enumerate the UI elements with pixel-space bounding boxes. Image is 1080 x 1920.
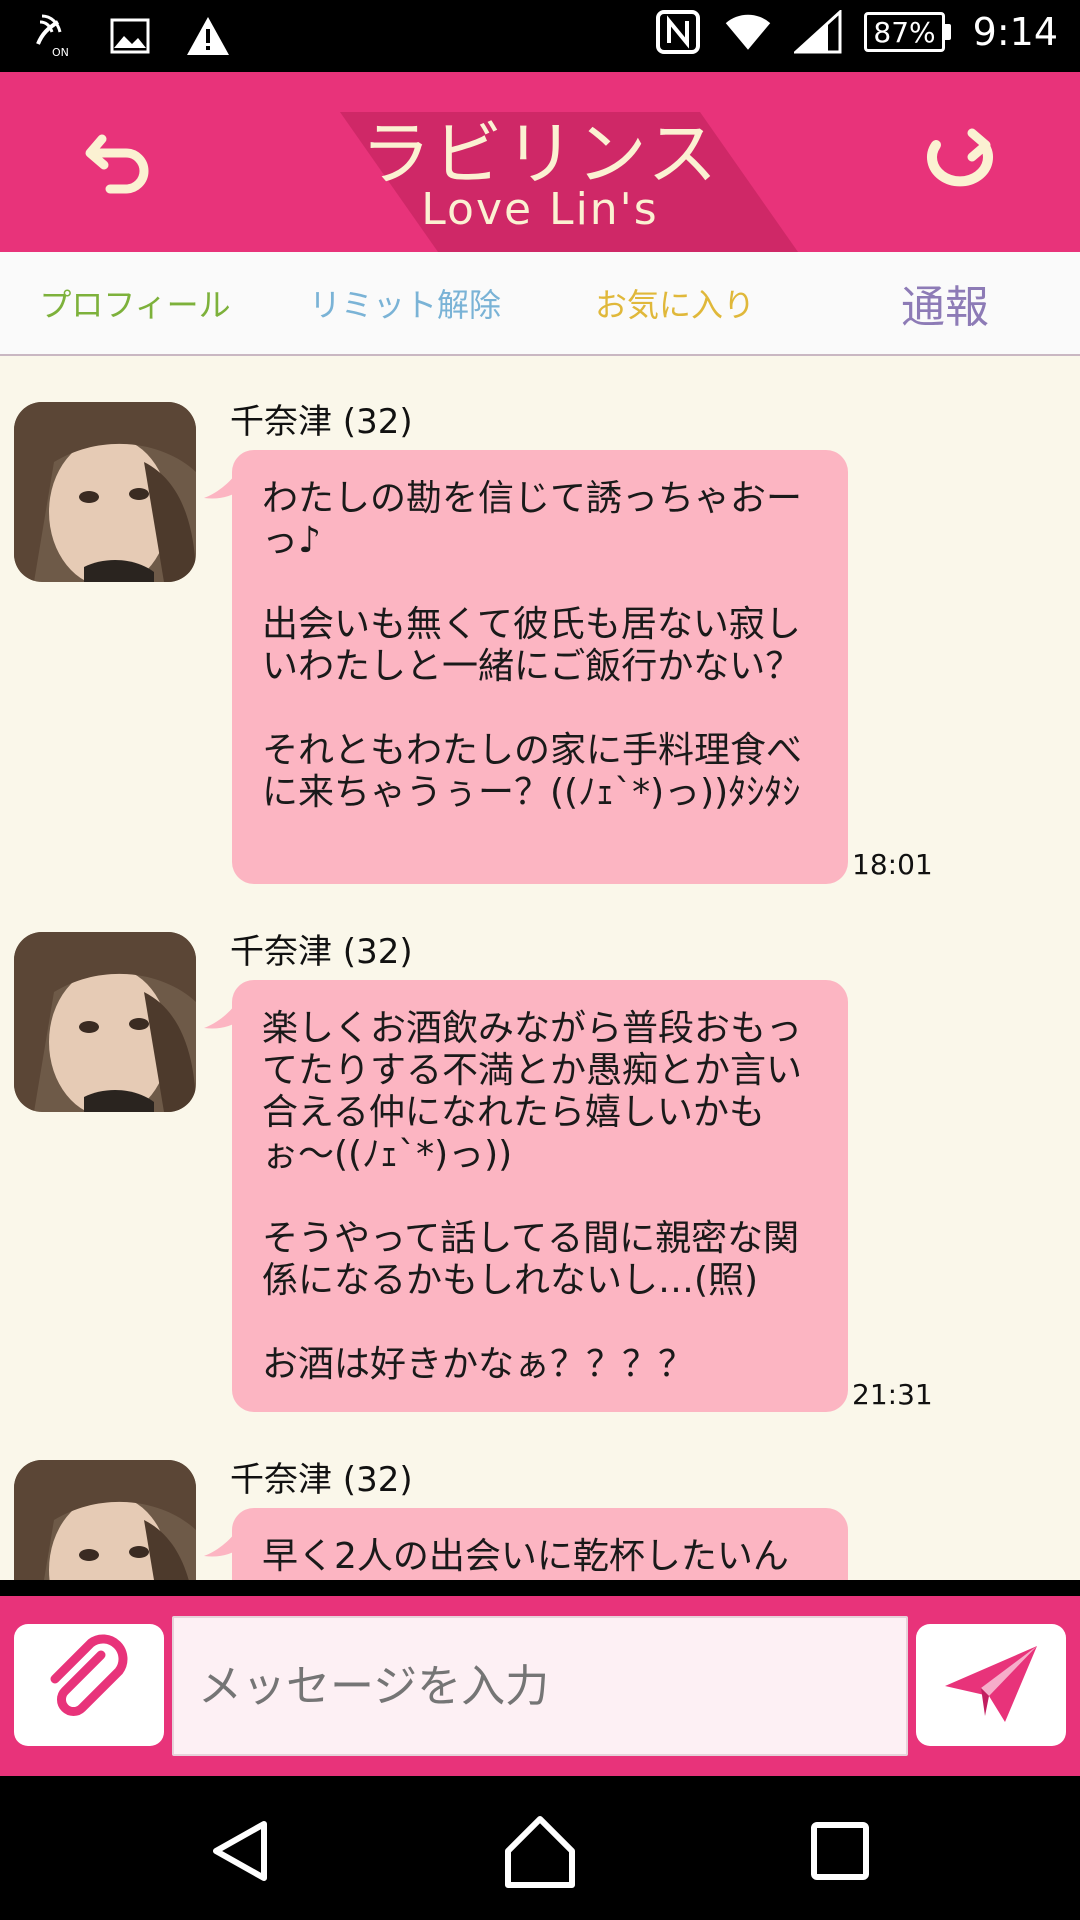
- wifi-icon: [724, 8, 772, 56]
- tab-label: プロフィール: [39, 286, 231, 324]
- avatar[interactable]: [14, 932, 196, 1112]
- sender-name: 千奈津 (32): [230, 932, 413, 972]
- tab-limit-release[interactable]: リミット解除: [270, 252, 540, 354]
- message-input-bar: [0, 1596, 1080, 1776]
- sender-name: 千奈津 (32): [230, 1460, 413, 1500]
- battery-level: 87%: [864, 12, 945, 52]
- tab-report[interactable]: 通報: [810, 252, 1080, 354]
- tab-bar: プロフィール リミット解除 お気に入り 通報: [0, 252, 1080, 356]
- system-nav-bar: [0, 1776, 1080, 1920]
- message-bubble: 早く2人の出会いに乾杯したいん: [232, 1508, 848, 1580]
- app-header: ラビリンス Love Lin's: [0, 72, 1080, 252]
- tab-profile[interactable]: プロフィール: [0, 252, 270, 354]
- image-icon: [106, 12, 154, 60]
- paperclip-icon: [39, 1633, 139, 1737]
- wifi-calling-icon: ON: [28, 12, 76, 60]
- status-bar: ON 87% 9:14: [0, 0, 1080, 72]
- warning-icon: [184, 12, 232, 60]
- message-time: 21:31: [852, 1378, 933, 1411]
- message-bubble: 楽しくお酒飲みながら普段おもってたりする不満とか愚痴とか言い合える仲になれたら嬉…: [232, 980, 848, 1412]
- back-triangle-icon[interactable]: [196, 1806, 286, 1896]
- avatar[interactable]: [14, 402, 196, 582]
- tab-label: リミット解除: [308, 286, 501, 324]
- battery-icon: 87%: [864, 12, 951, 52]
- tab-label: お気に入り: [594, 286, 755, 324]
- home-icon[interactable]: [495, 1806, 585, 1896]
- attach-button[interactable]: [14, 1624, 164, 1746]
- status-right-icons: 87% 9:14: [654, 8, 1058, 56]
- nfc-icon: [654, 8, 702, 56]
- signal-icon: [794, 8, 842, 56]
- paper-plane-icon: [941, 1638, 1041, 1732]
- avatar[interactable]: [14, 1460, 196, 1580]
- tab-label: 通報: [901, 282, 989, 333]
- status-time: 9:14: [972, 10, 1058, 54]
- refresh-icon[interactable]: [910, 117, 1010, 207]
- tab-favorites[interactable]: お気に入り: [540, 252, 810, 354]
- message-input[interactable]: [172, 1616, 908, 1756]
- send-button[interactable]: [916, 1624, 1066, 1746]
- status-left-icons: ON: [28, 12, 232, 60]
- chat-area[interactable]: 千奈津 (32) わたしの勘を信じて誘っちゃおーっ♪ 出会いも無くて彼氏も居ない…: [0, 356, 1080, 1580]
- message-time: 18:01: [852, 848, 933, 881]
- message-bubble: わたしの勘を信じて誘っちゃおーっ♪ 出会いも無くて彼氏も居ない寂しいわたしと一緒…: [232, 450, 848, 884]
- recents-square-icon[interactable]: [795, 1806, 885, 1896]
- sender-name: 千奈津 (32): [230, 402, 413, 442]
- svg-text:ON: ON: [52, 46, 69, 58]
